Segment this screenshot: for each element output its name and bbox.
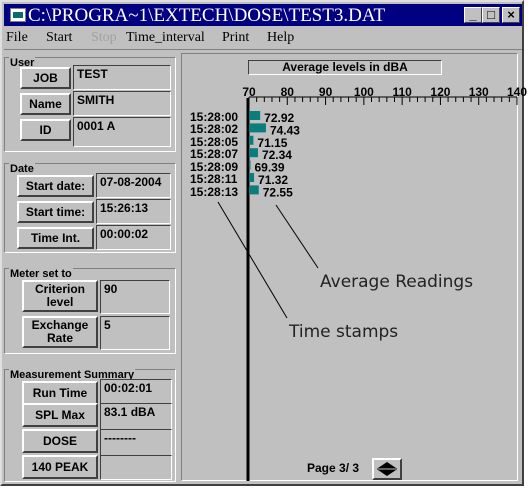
bar (249, 111, 261, 120)
bar (249, 148, 258, 158)
x-tick-label: 110 (392, 85, 412, 99)
up-down-arrows-icon (377, 462, 397, 476)
chart-svg: 70 80 90 100 110 120 130 14072.9274.4371.1572.3… (217, 85, 527, 481)
annotation-time-stamps: Time stamps (289, 322, 399, 342)
x-tick-label: 140 (507, 85, 527, 99)
x-tick-label: 80 (281, 85, 295, 99)
annotation-pointer-readings (275, 204, 319, 269)
x-tick-label: 70 (242, 85, 256, 99)
bar (249, 185, 259, 195)
annotation-average-readings: Average Readings (320, 272, 474, 292)
x-tick-label: 100 (354, 85, 374, 99)
bar (249, 135, 254, 145)
annotation-pointer-timestamps (217, 201, 288, 319)
bar (249, 173, 255, 182)
x-tick-label: 90 (319, 85, 333, 99)
bar (249, 123, 266, 133)
page-indicator: Page 3/ 3 (307, 461, 360, 475)
x-tick-label: 130 (469, 85, 489, 99)
x-tick-label: 120 (430, 85, 450, 99)
bar (249, 160, 251, 170)
bar-value-label: 72.55 (263, 185, 293, 199)
page-scroll-button[interactable] (372, 458, 402, 480)
